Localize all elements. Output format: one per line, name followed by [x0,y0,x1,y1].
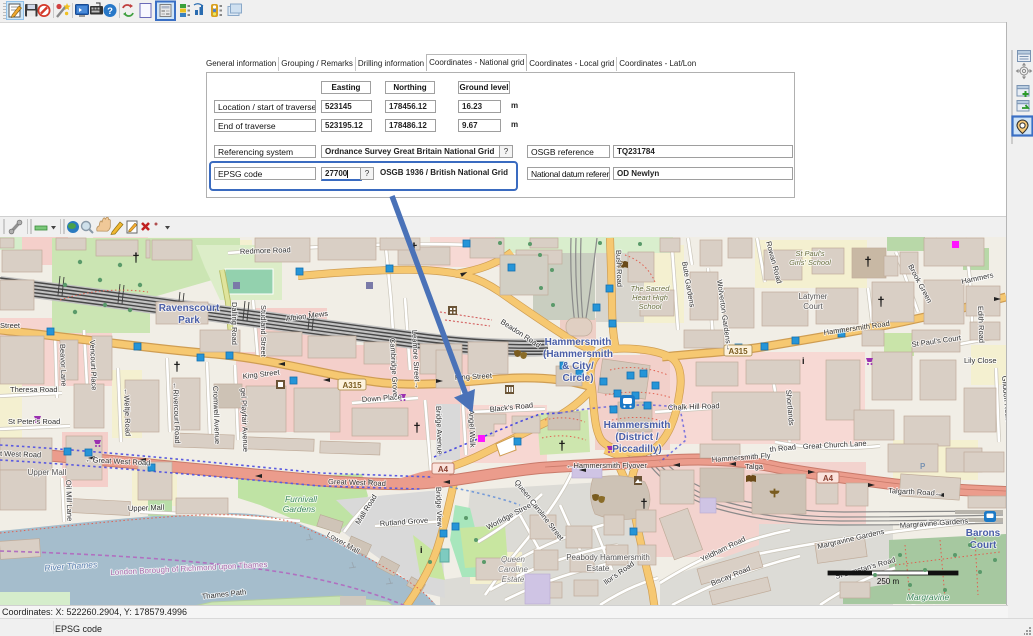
svg-text:Peabody Hammersmith: Peabody Hammersmith [566,553,650,562]
svg-text:School: School [639,302,662,311]
svg-text:Caroline: Caroline [498,565,528,574]
svg-text:Hammersmith: Hammersmith [604,420,671,431]
svg-text:Girls' School: Girls' School [789,258,831,267]
svg-text:Gardens: Gardens [283,504,316,514]
svg-text:A4: A4 [823,474,834,483]
svg-text:?: ? [107,6,113,17]
svg-text:Bridge View: Bridge View [434,487,444,528]
svg-text:†: † [132,250,139,265]
svg-text:i: i [802,356,805,366]
svg-text:Beavor Lane: Beavor Lane [58,344,68,387]
svg-text:Circle): Circle) [562,373,593,384]
svg-text:A4: A4 [438,465,449,474]
svg-text:Upper Mall: Upper Mall [128,503,165,513]
svg-text:Studland Street: Studland Street [259,305,268,358]
svg-text:250 m: 250 m [877,577,900,586]
svg-text:Edith Road: Edith Road [976,306,986,343]
svg-text:†: † [640,496,647,511]
svg-text:Estate: Estate [587,564,610,573]
svg-text:†: † [558,438,565,453]
svg-text:P: P [920,462,926,471]
svg-text:The Sacred: The Sacred [631,284,671,293]
svg-text:Estate: Estate [502,575,525,584]
svg-text:Theresa Road: Theresa Road [10,385,58,394]
svg-text:(District /: (District / [615,432,659,443]
svg-text:Lily Close: Lily Close [964,356,997,365]
svg-text:Queen: Queen [501,555,526,564]
svg-text:Latymer: Latymer [799,292,828,301]
svg-text:Margravine: Margravine [907,592,950,602]
svg-text:†: † [864,254,871,269]
svg-text:†: † [413,420,420,435]
svg-text:Bush Road: Bush Road [614,250,624,287]
svg-text:Vencourt Place: Vencourt Place [88,340,99,391]
svg-text:(Hammersmith: (Hammersmith [543,349,613,360]
svg-text:St Paul's: St Paul's [795,249,825,258]
svg-text:Talga: Talga [745,462,764,471]
svg-text:Park: Park [178,315,200,326]
svg-text:i: i [420,545,423,555]
svg-text:Piccadilly): Piccadilly) [612,444,661,455]
svg-text:†: † [877,294,884,309]
svg-text:Redmore Road: Redmore Road [240,245,291,256]
svg-text:Furnivall: Furnivall [285,494,318,504]
svg-text:Chalk Hill Road: Chalk Hill Road [668,401,720,412]
svg-text:Street: Street [0,321,21,330]
svg-text:Oil Mill Lane: Oil Mill Lane [64,480,74,522]
svg-text:Dalling Road: Dalling Road [230,302,239,345]
svg-text:Court: Court [970,540,997,551]
svg-text:A315: A315 [342,381,362,390]
svg-text:Barons: Barons [966,528,1001,539]
svg-text:Heart High: Heart High [632,293,668,302]
svg-text:Hammersmith: Hammersmith [545,337,612,348]
svg-text:←Hammersmith Flyover: ←Hammersmith Flyover [566,461,647,470]
svg-text:& City/: & City/ [562,361,594,372]
svg-text:t West Road: t West Road [0,449,41,459]
svg-text:†: † [173,359,180,374]
svg-text:Upper Mall: Upper Mall [28,468,67,477]
svg-text:Court: Court [803,302,823,311]
svg-text:Ravenscourt: Ravenscourt [159,303,220,314]
svg-text:←Weltje Road: ←Weltje Road [122,388,133,437]
svg-text:St Peter's Road: St Peter's Road [8,417,60,426]
